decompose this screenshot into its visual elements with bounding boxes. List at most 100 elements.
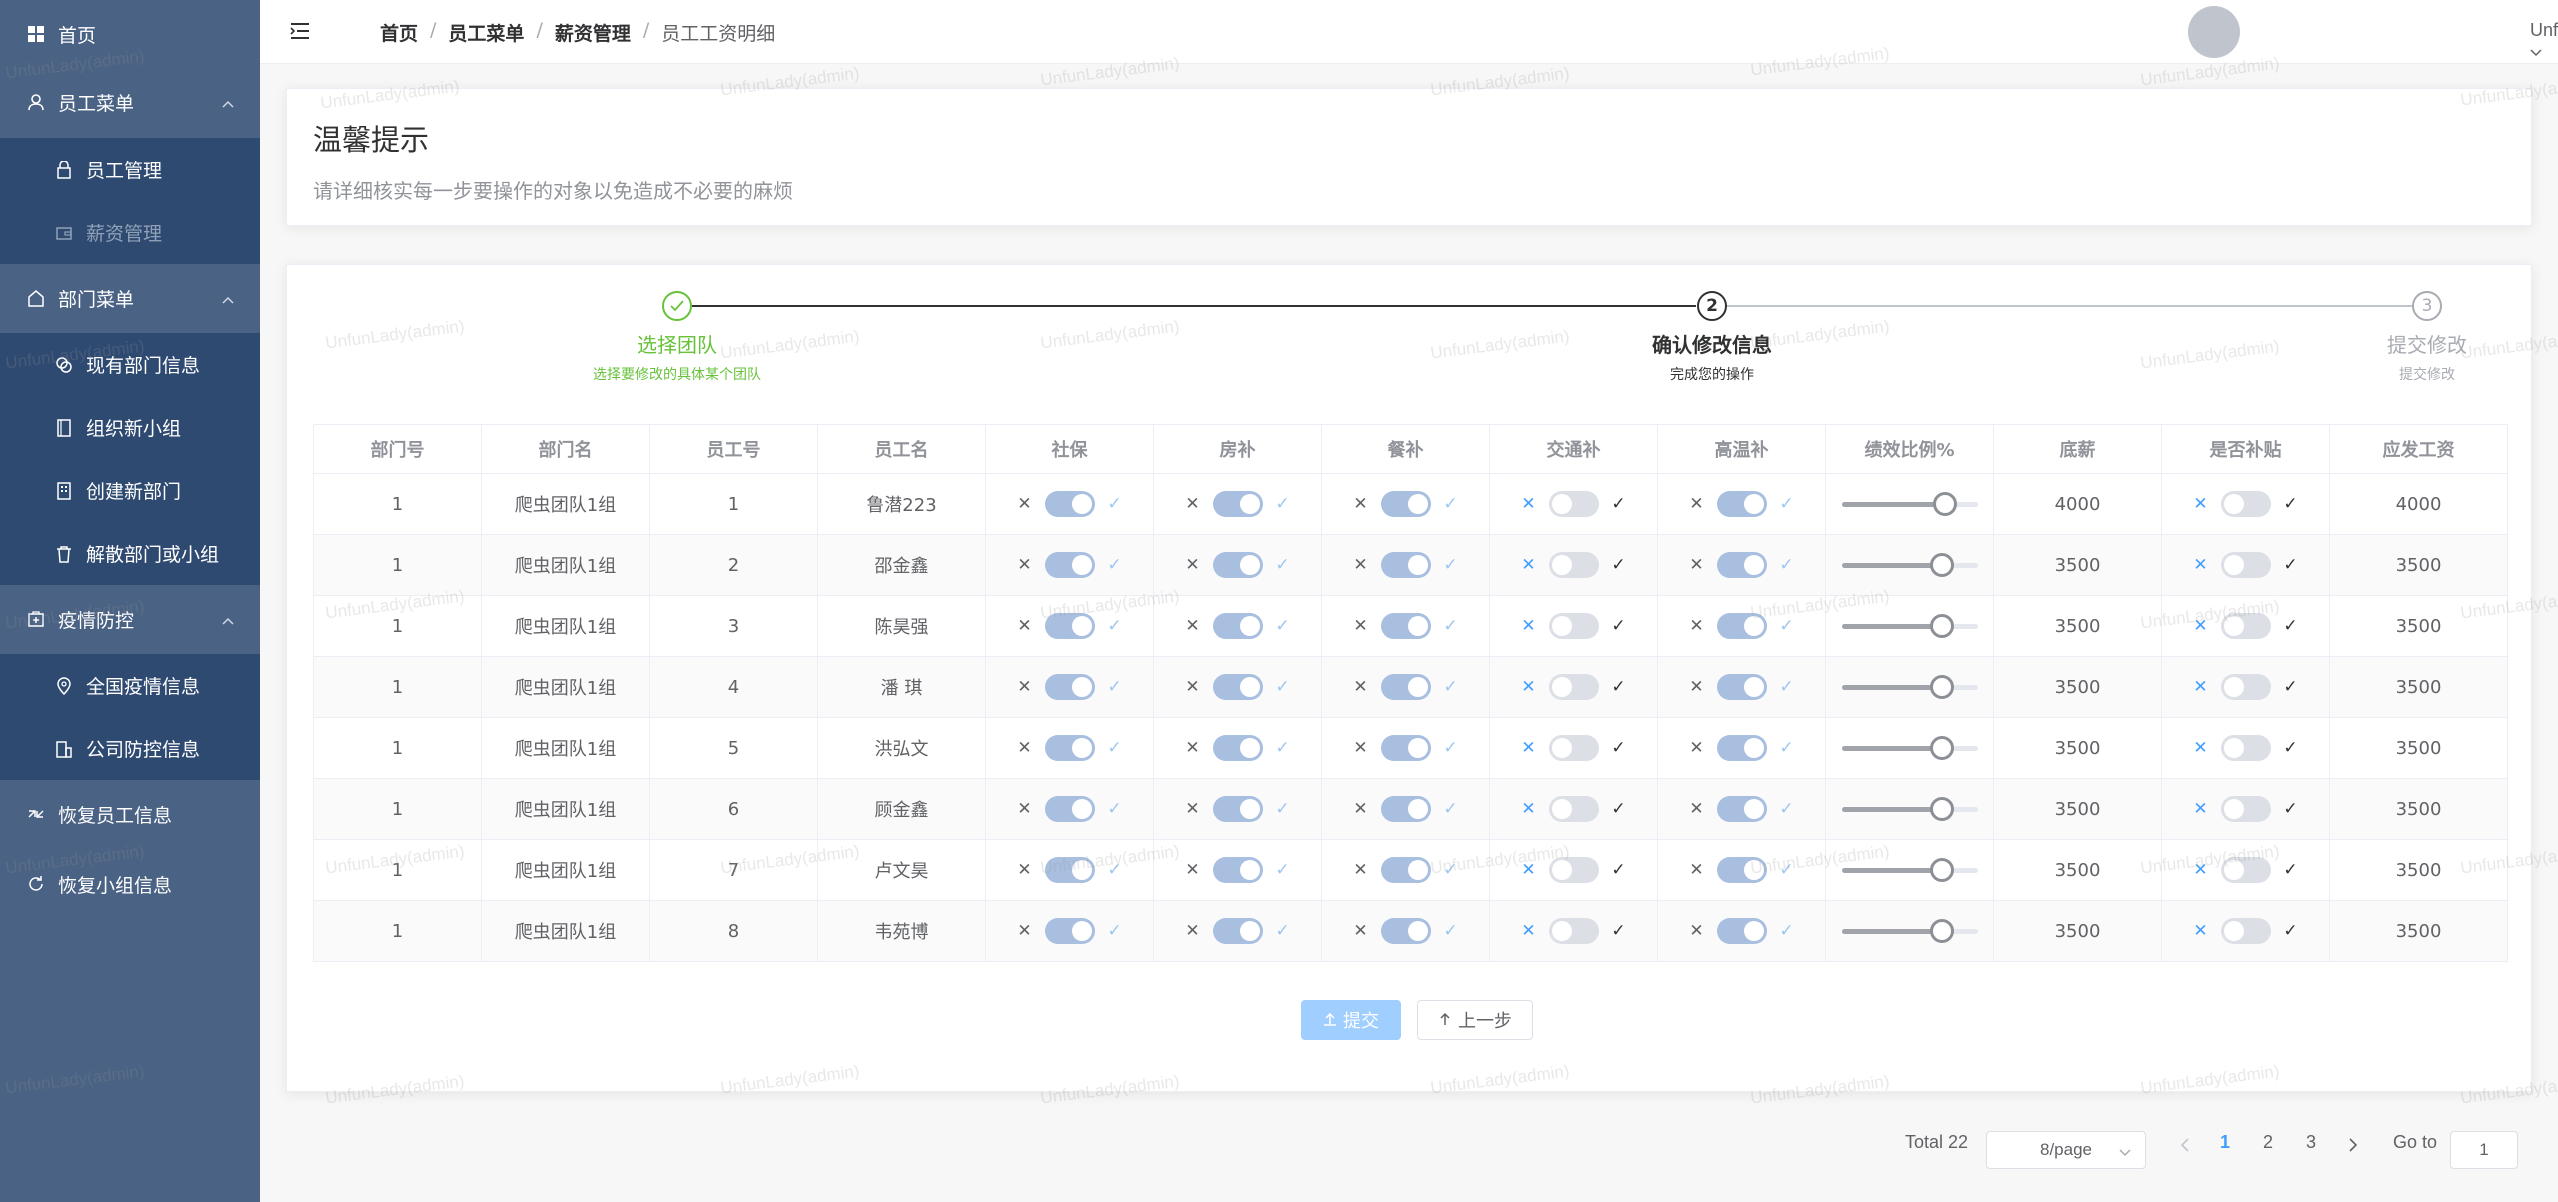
switch-track[interactable] [2220, 796, 2271, 822]
switch-track[interactable] [1380, 796, 1431, 822]
switch-track[interactable] [1380, 491, 1431, 517]
switch-track[interactable] [1044, 674, 1095, 700]
switch-track[interactable] [1212, 674, 1263, 700]
toggle-switch[interactable]: ✕ ✓ [2187, 491, 2305, 517]
switch-track[interactable] [1044, 491, 1095, 517]
toggle-switch[interactable]: ✕ ✓ [1683, 918, 1801, 944]
toggle-switch[interactable]: ✕ ✓ [1515, 735, 1633, 761]
toggle-switch[interactable]: ✕ ✓ [1347, 918, 1465, 944]
switch-track[interactable] [1380, 918, 1431, 944]
performance-slider[interactable] [1841, 491, 1978, 517]
slider-thumb[interactable] [1930, 553, 1955, 577]
switch-track[interactable] [1380, 674, 1431, 700]
performance-slider[interactable] [1841, 918, 1978, 944]
switch-track[interactable] [1044, 918, 1095, 944]
previous-step-button[interactable]: 上一步 [1417, 1000, 1533, 1040]
sidebar-item-company-prevention[interactable]: 公司防控信息 [0, 717, 260, 780]
toggle-switch[interactable]: ✕ ✓ [1179, 552, 1297, 578]
switch-track[interactable] [1044, 552, 1095, 578]
switch-track[interactable] [1044, 857, 1095, 883]
switch-track[interactable] [1212, 918, 1263, 944]
toggle-switch[interactable]: ✕ ✓ [1683, 796, 1801, 822]
slider-thumb[interactable] [1930, 675, 1955, 699]
sidebar-item-epidemic-menu[interactable]: 疫情防控 [0, 585, 260, 653]
toggle-switch[interactable]: ✕ ✓ [1011, 918, 1129, 944]
toggle-switch[interactable]: ✕ ✓ [1011, 857, 1129, 883]
sidebar-item-department-menu[interactable]: 部门菜单 [0, 264, 260, 332]
toggle-switch[interactable]: ✕ ✓ [1515, 857, 1633, 883]
toggle-switch[interactable]: ✕ ✓ [1179, 674, 1297, 700]
switch-track[interactable] [1212, 857, 1263, 883]
breadcrumb-salary-management[interactable]: 薪资管理 [555, 19, 631, 46]
switch-track[interactable] [1548, 552, 1599, 578]
sidebar-item-current-departments[interactable]: 现有部门信息 [0, 333, 260, 396]
toggle-switch[interactable]: ✕ ✓ [1347, 796, 1465, 822]
page-size-select[interactable]: 8/page [1986, 1131, 2146, 1169]
switch-track[interactable] [2220, 857, 2271, 883]
page-3[interactable]: 3 [2306, 1132, 2316, 1153]
switch-track[interactable] [1716, 674, 1767, 700]
toggle-switch[interactable]: ✕ ✓ [1011, 735, 1129, 761]
slider-thumb[interactable] [1930, 736, 1955, 760]
switch-track[interactable] [1044, 735, 1095, 761]
sidebar-item-new-group[interactable]: 组织新小组 [0, 396, 260, 459]
toggle-switch[interactable]: ✕ ✓ [1179, 857, 1297, 883]
toggle-switch[interactable]: ✕ ✓ [2187, 918, 2305, 944]
page-2[interactable]: 2 [2263, 1132, 2273, 1153]
toggle-switch[interactable]: ✕ ✓ [2187, 674, 2305, 700]
toggle-switch[interactable]: ✕ ✓ [1347, 735, 1465, 761]
switch-track[interactable] [1716, 796, 1767, 822]
toggle-switch[interactable]: ✕ ✓ [1683, 674, 1801, 700]
toggle-switch[interactable]: ✕ ✓ [1011, 613, 1129, 639]
switch-track[interactable] [1212, 491, 1263, 517]
switch-track[interactable] [1716, 491, 1767, 517]
sidebar-item-home[interactable]: 首页 [0, 0, 260, 68]
toggle-switch[interactable]: ✕ ✓ [1179, 613, 1297, 639]
switch-track[interactable] [1716, 918, 1767, 944]
toggle-switch[interactable]: ✕ ✓ [1179, 796, 1297, 822]
toggle-switch[interactable]: ✕ ✓ [1347, 674, 1465, 700]
switch-track[interactable] [1044, 796, 1095, 822]
performance-slider[interactable] [1841, 796, 1978, 822]
toggle-switch[interactable]: ✕ ✓ [1011, 796, 1129, 822]
switch-track[interactable] [2220, 613, 2271, 639]
toggle-switch[interactable]: ✕ ✓ [2187, 735, 2305, 761]
switch-track[interactable] [2220, 491, 2271, 517]
performance-slider[interactable] [1841, 735, 1978, 761]
toggle-switch[interactable]: ✕ ✓ [1347, 491, 1465, 517]
switch-track[interactable] [1380, 552, 1431, 578]
toggle-switch[interactable]: ✕ ✓ [1683, 491, 1801, 517]
switch-track[interactable] [1212, 552, 1263, 578]
switch-track[interactable] [1380, 857, 1431, 883]
toggle-switch[interactable]: ✕ ✓ [1683, 613, 1801, 639]
toggle-switch[interactable]: ✕ ✓ [1347, 857, 1465, 883]
performance-slider[interactable] [1841, 552, 1978, 578]
slider-thumb[interactable] [1932, 492, 1957, 516]
switch-track[interactable] [1716, 613, 1767, 639]
toggle-switch[interactable]: ✕ ✓ [1515, 918, 1633, 944]
prev-page-icon[interactable] [2180, 1136, 2190, 1157]
switch-track[interactable] [1548, 735, 1599, 761]
switch-track[interactable] [1212, 735, 1263, 761]
switch-track[interactable] [1380, 613, 1431, 639]
sidebar-item-restore-employee[interactable]: 恢复员工信息 [0, 780, 260, 848]
toggle-switch[interactable]: ✕ ✓ [2187, 552, 2305, 578]
toggle-switch[interactable]: ✕ ✓ [1515, 674, 1633, 700]
switch-track[interactable] [1044, 613, 1095, 639]
sidebar-item-salary-management[interactable]: 薪资管理 [0, 201, 260, 264]
slider-thumb[interactable] [1930, 858, 1955, 882]
toggle-switch[interactable]: ✕ ✓ [1347, 552, 1465, 578]
switch-track[interactable] [2220, 918, 2271, 944]
switch-track[interactable] [1716, 857, 1767, 883]
toggle-switch[interactable]: ✕ ✓ [2187, 613, 2305, 639]
next-page-icon[interactable] [2348, 1136, 2358, 1157]
toggle-switch[interactable]: ✕ ✓ [1179, 918, 1297, 944]
switch-track[interactable] [1548, 918, 1599, 944]
performance-slider[interactable] [1841, 857, 1978, 883]
toggle-switch[interactable]: ✕ ✓ [2187, 796, 2305, 822]
switch-track[interactable] [1548, 491, 1599, 517]
sidebar-item-employee-management[interactable]: 员工管理 [0, 138, 260, 201]
page-1[interactable]: 1 [2220, 1132, 2230, 1153]
sidebar-item-restore-group[interactable]: 恢复小组信息 [0, 850, 260, 918]
toggle-switch[interactable]: ✕ ✓ [1515, 796, 1633, 822]
